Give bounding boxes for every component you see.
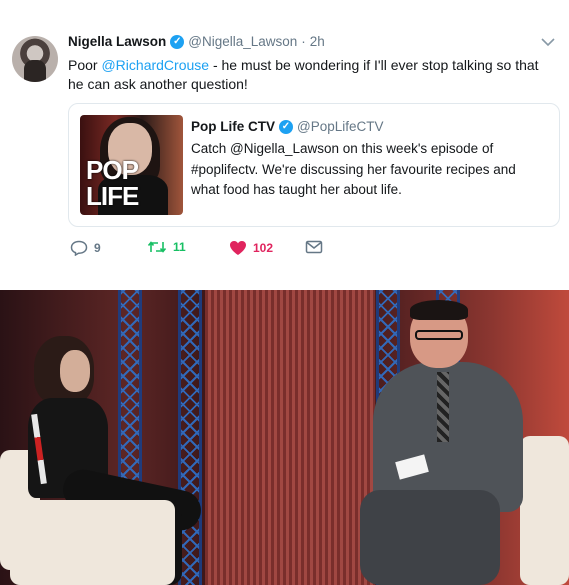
- author-name[interactable]: Nigella Lawson: [68, 34, 166, 49]
- mention-link[interactable]: @RichardCrouse: [101, 57, 209, 73]
- heart-icon: [230, 241, 246, 255]
- quoted-author-name[interactable]: Pop Life CTV: [191, 119, 275, 134]
- host-hair: [410, 300, 468, 320]
- separator: ·: [301, 34, 306, 49]
- verified-badge-icon: ✓: [170, 34, 185, 49]
- envelope-icon: [305, 240, 323, 254]
- reply-count: 9: [94, 241, 101, 255]
- timestamp[interactable]: 2h: [310, 34, 325, 49]
- quoted-author-handle[interactable]: @PopLifeCTV: [297, 119, 384, 134]
- like-button[interactable]: 102: [229, 240, 273, 256]
- guest-face: [60, 350, 90, 392]
- tweet-actions: 9 11 102: [68, 240, 548, 260]
- chevron-down-icon[interactable]: [541, 34, 555, 50]
- tweet-text: Poor @RichardCrouse - he must be wonderi…: [68, 56, 548, 94]
- verified-badge-icon: ✓: [279, 119, 293, 134]
- quoted-tweet[interactable]: POP LIFE Pop Life CTV ✓ @PopLifeCTV Catch…: [68, 103, 560, 227]
- author-handle[interactable]: @Nigella_Lawson: [188, 34, 297, 49]
- retweet-count: 11: [173, 240, 186, 254]
- host-glasses: [415, 330, 463, 340]
- avatar[interactable]: [12, 36, 58, 82]
- like-count: 102: [253, 241, 274, 255]
- tweet-card: Nigella Lawson ✓ @Nigella_Lawson · 2h Po…: [0, 0, 569, 290]
- quoted-tweet-image[interactable]: POP LIFE: [80, 115, 183, 215]
- retweet-button[interactable]: 11: [147, 240, 186, 254]
- photo-backdrop-center: [205, 290, 375, 585]
- quoted-tweet-text: Catch @Nigella_Lawson on this week's epi…: [191, 141, 516, 197]
- reply-button[interactable]: 9: [70, 240, 101, 256]
- quoted-tweet-header: Pop Life CTV ✓ @PopLifeCTV: [191, 119, 384, 134]
- direct-message-button[interactable]: [305, 240, 323, 254]
- tweet-text-start: Poor: [68, 57, 102, 73]
- host-tie: [437, 372, 449, 442]
- reply-icon: [70, 240, 88, 256]
- retweet-icon: [147, 241, 167, 253]
- pop-life-logo: POP LIFE: [86, 155, 139, 211]
- left-chair-seat: [10, 500, 175, 585]
- tweet-header: Nigella Lawson ✓ @Nigella_Lawson · 2h: [68, 34, 325, 49]
